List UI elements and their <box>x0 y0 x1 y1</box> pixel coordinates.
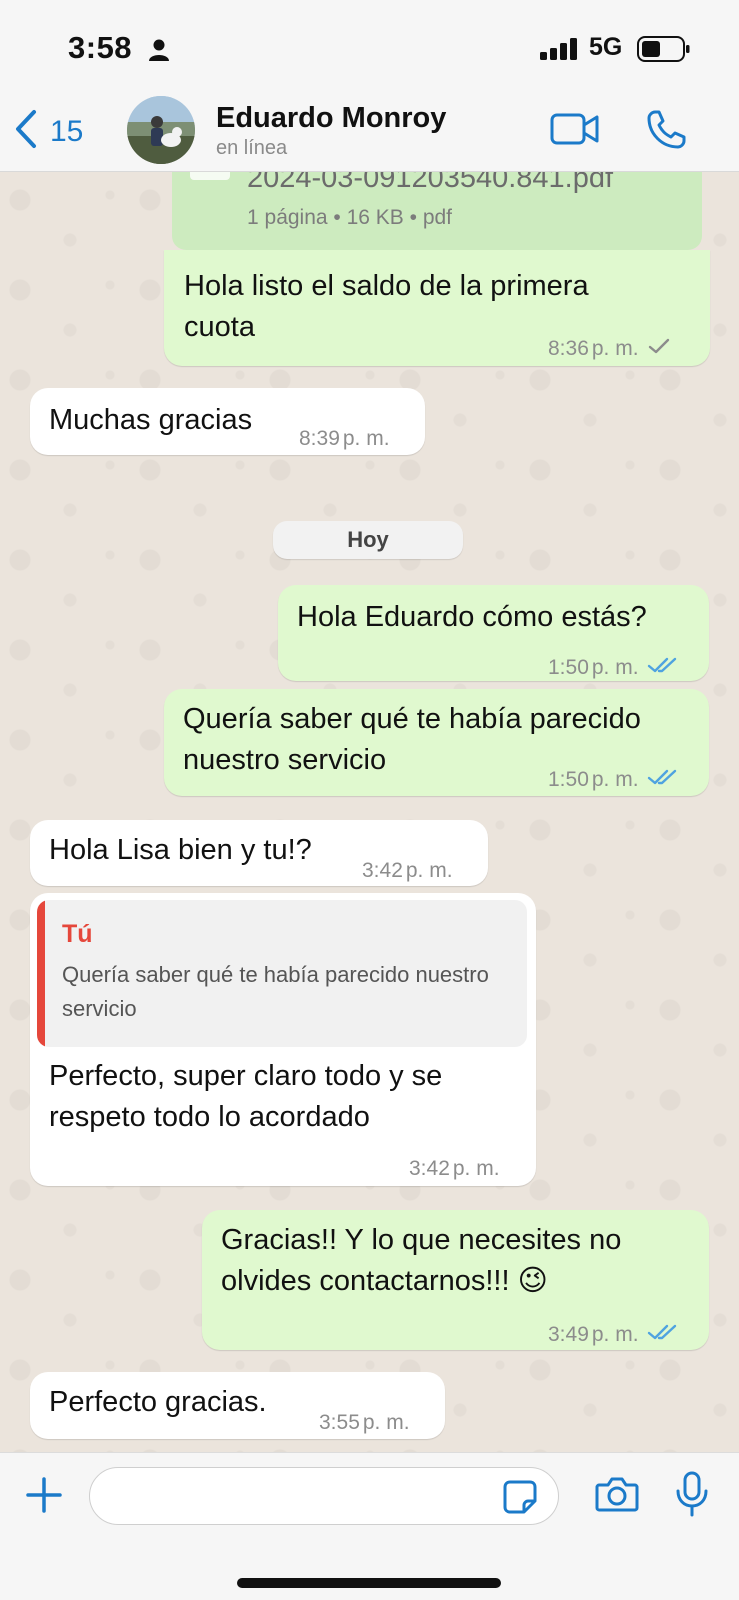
message-meta: 3:55 p. m. <box>319 1402 410 1443</box>
message-text: Hola Eduardo cómo estás? <box>297 601 647 633</box>
avatar[interactable] <box>127 96 195 164</box>
camera-icon <box>595 1477 639 1517</box>
message-meta: 8:36 p. m. <box>548 328 671 369</box>
microphone-icon <box>674 1471 710 1521</box>
message-incoming[interactable]: Perfecto gracias. 3:55 p. m. <box>30 1372 445 1439</box>
camera-button[interactable] <box>595 1475 639 1518</box>
message-ampm: p. m. <box>591 1323 639 1346</box>
message-ampm: p. m. <box>452 1157 500 1180</box>
message-ampm: p. m. <box>591 768 639 791</box>
date-separator: Hoy <box>273 521 463 559</box>
quoted-message[interactable]: Tú Quería saber qué te había parecido nu… <box>37 900 527 1047</box>
quote-author: Tú <box>62 920 93 948</box>
microphone-button[interactable] <box>674 1471 710 1522</box>
message-meta: 3:42 p. m. <box>409 1148 500 1189</box>
double-check-icon <box>647 1314 679 1355</box>
plus-icon <box>24 1477 64 1519</box>
message-ampm: p. m. <box>362 1411 410 1434</box>
quote-bar <box>37 900 45 1047</box>
unread-count: 15 <box>50 114 84 148</box>
message-meta: 8:39 p. m. <box>299 418 390 459</box>
double-check-icon <box>647 759 679 800</box>
video-call-button[interactable] <box>550 111 600 152</box>
contact-name[interactable]: Eduardo Monroy <box>216 102 446 135</box>
message-meta: 3:49 p. m. <box>548 1314 679 1355</box>
home-indicator[interactable] <box>237 1578 501 1588</box>
message-ampm: p. m. <box>591 656 639 679</box>
double-check-icon <box>647 647 679 688</box>
message-incoming[interactable]: Muchas gracias 8:39 p. m. <box>30 388 425 455</box>
message-time: 1:50 <box>548 656 589 679</box>
message-ampm: p. m. <box>342 427 390 450</box>
message-time: 3:42 <box>362 859 403 882</box>
single-check-icon <box>647 328 671 369</box>
status-bar: 3:58 5G <box>0 0 739 95</box>
message-time: 8:36 <box>548 337 589 360</box>
message-text: Hola Lisa bien y tu!? <box>49 834 312 866</box>
message-text: Gracias!! Y lo que necesites no olvides … <box>221 1224 622 1297</box>
message-time: 3:42 <box>409 1157 450 1180</box>
message-meta: 3:42 p. m. <box>362 850 453 891</box>
message-meta: 1:50 p. m. <box>548 759 679 800</box>
message-outgoing[interactable]: Hola listo el saldo de la primera cuota … <box>164 250 710 366</box>
message-outgoing[interactable]: Hola Eduardo cómo estás? 1:50 p. m. <box>278 585 709 681</box>
status-time: 3:58 <box>68 30 133 65</box>
message-incoming[interactable]: Hola Lisa bien y tu!? 3:42 p. m. <box>30 820 488 886</box>
phone-icon <box>645 110 687 155</box>
sticker-button[interactable] <box>502 1479 538 1520</box>
message-text: Perfecto gracias. <box>49 1386 267 1418</box>
message-composer <box>0 1452 739 1600</box>
message-outgoing[interactable]: Quería saber qué te había parecido nuest… <box>164 689 709 796</box>
message-input[interactable] <box>89 1467 559 1525</box>
quote-text: Quería saber qué te había parecido nuest… <box>62 962 489 1021</box>
chat-header: 15 Eduardo Monroy en línea <box>0 95 739 172</box>
message-time: 3:49 <box>548 1323 589 1346</box>
attach-button[interactable] <box>24 1475 64 1520</box>
pdf-attachment[interactable]: 2024-03-091203540.841.pdf 1 página • 16 … <box>172 162 702 250</box>
chevron-left-icon <box>14 109 38 154</box>
message-meta: 1:50 p. m. <box>548 647 679 688</box>
message-time: 3:55 <box>319 1411 360 1434</box>
person-icon <box>148 38 170 67</box>
message-time: 8:39 <box>299 427 340 450</box>
sticker-icon <box>502 1480 538 1519</box>
message-ampm: p. m. <box>405 859 453 882</box>
network-type: 5G <box>589 33 623 61</box>
message-text: Muchas gracias <box>49 404 253 436</box>
signal-icon <box>540 38 578 65</box>
message-ampm: p. m. <box>591 337 639 360</box>
message-time: 1:50 <box>548 768 589 791</box>
back-button[interactable]: 15 <box>14 109 83 154</box>
message-outgoing[interactable]: Gracias!! Y lo que necesites no olvides … <box>202 1210 709 1350</box>
video-icon <box>550 113 600 151</box>
voice-call-button[interactable] <box>645 109 687 156</box>
message-text: Perfecto, super claro todo y se respeto … <box>49 1060 443 1133</box>
contact-status: en línea <box>216 137 288 159</box>
battery-icon <box>637 36 691 67</box>
pdf-file-info: 1 página • 16 KB • pdf <box>247 206 453 229</box>
